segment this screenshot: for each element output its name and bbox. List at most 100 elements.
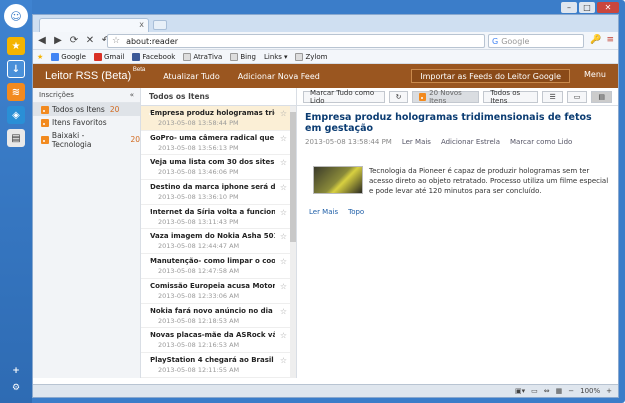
list-item[interactable]: Internet da Síria volta a funcionar, cau… <box>141 205 291 230</box>
status-view-icon[interactable]: ▣▾ <box>515 387 525 395</box>
star-icon[interactable]: ☆ <box>280 356 287 365</box>
bookmarks-bar: ★ Google Gmail Facebook AtraTiva Bing Li… <box>33 50 618 64</box>
bookmark-google[interactable]: Google <box>51 52 86 61</box>
list-item[interactable]: Veja uma lista com 30 dos sites mais ace… <box>141 155 291 181</box>
reload-icon[interactable]: ⟳ <box>67 35 81 46</box>
star-icon[interactable]: ☆ <box>280 307 287 316</box>
mark-read-link[interactable]: Marcar como Lido <box>510 138 572 146</box>
star-icon[interactable]: ☆ <box>280 331 287 340</box>
list-item-title: Empresa produz hologramas tridimensiona <box>149 109 275 117</box>
list-item-title: Veja uma lista com 30 dos sites mais ace… <box>149 158 275 167</box>
search-input[interactable]: G Google <box>488 34 584 48</box>
list-item[interactable]: Destino da marca iphone será decidido o2… <box>141 180 291 205</box>
key-icon[interactable]: 🔑 <box>590 35 601 45</box>
top-link[interactable]: Topo <box>348 208 364 216</box>
list-item[interactable]: Empresa produz hologramas tridimensiona 2… <box>141 106 291 131</box>
browser-sidebar: ☺ ★ ↓ ≋ ◈ ▤ + ⚙ <box>0 0 32 403</box>
tab-close-icon[interactable]: x <box>139 20 144 29</box>
read-more-link[interactable]: Ler Mais <box>402 138 431 146</box>
refresh-all-link[interactable]: Atualizar Tudo <box>163 72 220 81</box>
add-panel-icon[interactable]: + <box>10 365 22 377</box>
article-read-more-link[interactable]: Ler Mais <box>309 208 338 216</box>
bookmark-links[interactable]: Links ▾ <box>264 53 288 61</box>
settings-gear-icon[interactable]: ⚙ <box>10 382 22 394</box>
expanded-view-icon[interactable]: ▤ <box>591 90 612 103</box>
favorites-star-icon[interactable]: ★ <box>7 37 25 55</box>
rss-icon <box>41 135 49 144</box>
minimize-button[interactable]: – <box>561 2 577 13</box>
stop-icon[interactable]: ✕ <box>83 35 97 46</box>
star-icon[interactable]: ☆ <box>280 134 287 143</box>
compact-view-icon[interactable]: ▭ <box>566 90 588 103</box>
list-item-date: 2013-05-08 12:47:58 AM <box>158 267 240 276</box>
list-item[interactable]: Novas placas-mãe da ASRock vão ter co201… <box>141 328 291 353</box>
forward-icon[interactable]: ▶ <box>51 35 65 46</box>
subscriptions-header: Inscrições « <box>33 88 140 103</box>
collapse-icon[interactable]: « <box>130 91 134 99</box>
tab-reader[interactable]: x <box>39 18 149 32</box>
bookmark-facebook[interactable]: Facebook <box>132 52 175 61</box>
star-icon[interactable]: ☆ <box>280 282 287 291</box>
import-google-button[interactable]: Importar as Feeds do Leitor Google <box>411 69 570 83</box>
rss-sidebar-icon[interactable]: ≋ <box>7 83 25 101</box>
bookmark-gmail[interactable]: Gmail <box>93 52 124 61</box>
star-icon[interactable]: ☆ <box>280 232 287 241</box>
items-panel: Todos os Itens Empresa produz hologramas… <box>141 88 297 378</box>
refresh-button[interactable]: ↻ <box>388 90 409 103</box>
star-icon[interactable]: ☆ <box>280 257 287 266</box>
zoom-minus-icon[interactable]: − <box>568 387 574 395</box>
bookmark-atratiba[interactable]: AtraTiva <box>183 52 222 61</box>
list-item[interactable]: Manutenção- como limpar o cooler e o2013… <box>141 254 291 279</box>
mark-all-read-button[interactable]: Marcar Tudo como Lido <box>302 89 385 105</box>
list-item[interactable]: PlayStation 4 chegará ao Brasil junto co… <box>141 353 291 378</box>
back-icon[interactable]: ◀ <box>35 35 49 46</box>
maximize-button[interactable]: □ <box>579 2 595 13</box>
list-item-date: 2013-05-08 13:36:10 PM <box>158 193 239 202</box>
notes-icon[interactable]: ▤ <box>7 129 25 147</box>
reader-panel: Marcar Tudo como Lido ↻ 20 Novos Itens T… <box>297 88 618 378</box>
star-icon[interactable]: ☆ <box>280 109 287 118</box>
status-page-icon[interactable]: ▭ <box>531 387 538 395</box>
window-controls: – □ ✕ <box>561 2 619 13</box>
bookmark-star-icon[interactable]: ☆ <box>112 36 120 46</box>
status-fit-icon[interactable]: ⇔ <box>544 387 550 395</box>
app-menu-button[interactable]: Menu <box>584 70 606 79</box>
bookmark-zylom[interactable]: Zylom <box>295 52 327 61</box>
list-item[interactable]: GoPro- uma câmera radical que pode traze… <box>141 131 291 156</box>
list-item[interactable]: Nokia fará novo anúncio no dia 9 de maio… <box>141 304 291 329</box>
article-title[interactable]: Empresa produz hologramas tridimensionai… <box>305 112 610 134</box>
add-feed-link[interactable]: Adicionar Nova Feed <box>238 72 320 81</box>
list-item-date: 2013-05-08 13:56:13 PM <box>158 143 239 152</box>
sub-item-all[interactable]: Todos os Itens 20 <box>33 103 140 116</box>
star-icon[interactable]: ☆ <box>280 208 287 217</box>
add-star-link[interactable]: Adicionar Estrela <box>441 138 500 146</box>
bookmark-bing[interactable]: Bing <box>230 52 256 61</box>
zoom-plus-icon[interactable]: + <box>606 387 612 395</box>
download-icon[interactable]: ↓ <box>7 60 25 78</box>
list-item[interactable]: Vaza imagem do Nokia Asha 501 2013-05-08 … <box>141 229 291 255</box>
new-items-button[interactable]: 20 Novos Itens <box>412 89 480 105</box>
all-items-button[interactable]: Todos os Itens <box>483 89 539 105</box>
new-tab-button[interactable] <box>153 20 167 30</box>
browser-logo-icon[interactable]: ☺ <box>4 4 28 28</box>
browser-window: – □ ✕ ☺ ★ ↓ ≋ ◈ ▤ + ⚙ x ◀ ▶ ⟳ ✕ ↶ ☆ abou… <box>0 0 625 403</box>
zoom-level[interactable]: 100% <box>580 387 600 395</box>
list-view-icon[interactable]: ☰ <box>542 90 563 103</box>
article-meta: 2013-05-08 13:58:44 PM Ler Mais Adiciona… <box>305 138 610 146</box>
items-scrollbar[interactable] <box>290 106 296 378</box>
sub-item-favorites[interactable]: Itens Favoritos <box>33 116 140 129</box>
list-item-date: 2013-05-08 13:58:44 PM <box>158 119 239 127</box>
items-list: Empresa produz hologramas tridimensiona 2… <box>141 106 291 378</box>
sub-item-baixaki[interactable]: Baixaki - Tecnologia 20 <box>33 131 140 149</box>
article-image <box>313 166 363 194</box>
list-item[interactable]: Comissão Europeia acusa Motorola de a201… <box>141 279 291 304</box>
toolbar-icons: 🔑 ≡ <box>590 35 614 45</box>
close-button[interactable]: ✕ <box>597 2 619 13</box>
list-item-date: 2013-05-08 12:18:53 AM <box>158 316 240 325</box>
menu-icon[interactable]: ≡ <box>606 35 614 45</box>
status-image-icon[interactable]: ▦ <box>556 387 563 395</box>
address-bar[interactable]: ☆ about:reader <box>107 34 485 48</box>
translate-icon[interactable]: ◈ <box>7 106 25 124</box>
star-icon[interactable]: ☆ <box>280 158 287 167</box>
star-icon[interactable]: ☆ <box>280 183 287 192</box>
